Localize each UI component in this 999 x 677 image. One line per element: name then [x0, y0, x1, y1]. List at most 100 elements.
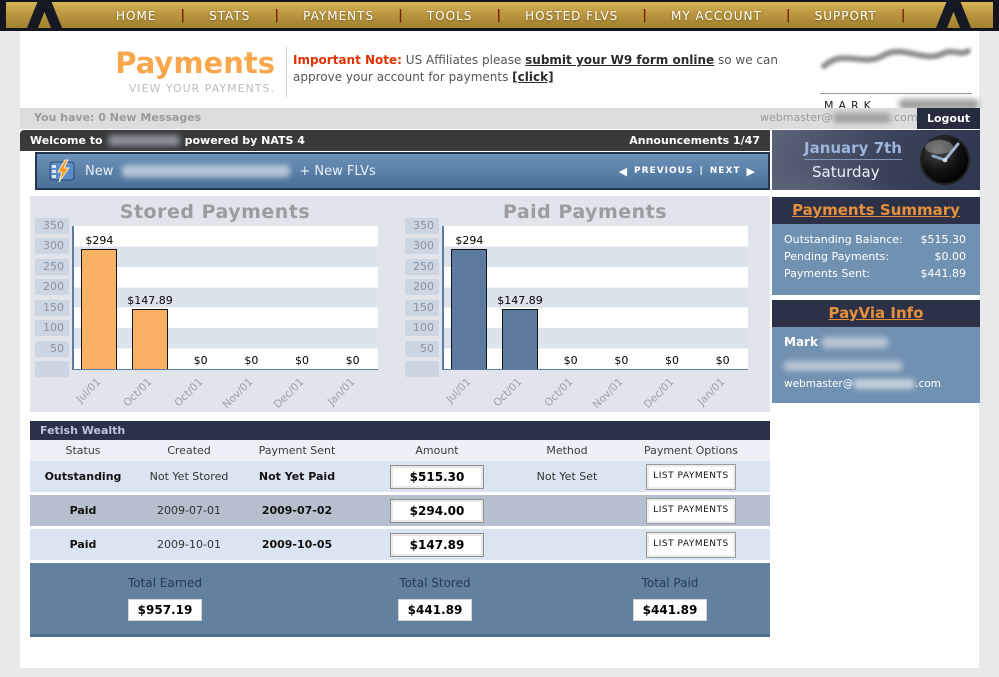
y-tick-label: 250 — [405, 259, 439, 275]
list-payments-button[interactable]: LIST PAYMENTS — [646, 498, 736, 524]
table-title: Fetish Wealth — [30, 421, 770, 440]
y-tick-label: 50 — [405, 341, 439, 357]
date-text: January 7th — [804, 139, 902, 160]
nav-item-hosted-flvs[interactable]: HOSTED FLVS — [501, 9, 642, 23]
created-cell: Not Yet Stored — [136, 470, 242, 483]
table-header-row: StatusCreatedPayment SentAmountMethodPay… — [30, 440, 770, 461]
bar-value-label: $294 — [455, 234, 483, 247]
table-row: Paid2009-07-012009-07-02$294.00LIST PAYM… — [30, 495, 770, 526]
payment-options-cell: LIST PAYMENTS — [612, 464, 770, 490]
payvia-email-prefix: webmaster@ — [784, 378, 853, 390]
nav-item-tools[interactable]: TOOLS — [403, 9, 497, 23]
y-tick-label: 100 — [35, 320, 69, 336]
y-tick-label: 50 — [35, 341, 69, 357]
payvia-email: webmaster@ .com — [784, 378, 968, 390]
bar — [502, 309, 538, 369]
nav-item-support[interactable]: SUPPORT — [791, 9, 901, 23]
status-cell: Paid — [30, 504, 136, 517]
w9-form-link[interactable]: submit your W9 form online — [525, 53, 714, 67]
plot-area: $294$147.89$0$0$0$0 — [442, 226, 748, 370]
bar-value-label: $0 — [665, 354, 679, 367]
new-messages-status: You have: 0 New Messages — [34, 111, 201, 124]
column-header-payment-sent: Payment Sent — [242, 444, 352, 457]
redacted-payvia-line — [784, 361, 902, 371]
previous-arrow-icon[interactable]: ◀ — [619, 165, 628, 178]
bar-value-label: $0 — [716, 354, 730, 367]
y-tick-label: 300 — [35, 238, 69, 254]
announcement-bar: New + New FLVs ◀ PREVIOUS | NEXT ▶ — [35, 152, 770, 190]
payvia-first-name: Mark — [784, 335, 818, 349]
nav-item-stats[interactable]: STATS — [185, 9, 274, 23]
bar-value-label: $0 — [194, 354, 208, 367]
bar — [81, 249, 117, 369]
note-text-1: US Affiliates please — [402, 53, 525, 67]
y-tick-label: 150 — [35, 300, 69, 316]
column-header-payment-options: Payment Options — [612, 444, 770, 457]
nav-item-my-account[interactable]: MY ACCOUNT — [647, 9, 786, 23]
totals-bar: Total Earned $957.19 Total Stored $441.8… — [30, 563, 770, 637]
total-earned-label: Total Earned — [30, 576, 300, 590]
total-paid-value: $441.89 — [633, 599, 707, 621]
y-tick-empty — [405, 361, 439, 377]
summary-label: Pending Payments: — [784, 250, 889, 263]
summary-value: $515.30 — [921, 233, 967, 246]
bar — [451, 249, 487, 369]
nav-ornament-right-icon — [937, 0, 971, 31]
nav-item-home[interactable]: HOME — [92, 9, 180, 23]
y-tick-label: 350 — [405, 218, 439, 234]
redacted-payvia-surname — [822, 337, 888, 348]
logout-button[interactable]: Logout — [917, 108, 980, 129]
list-payments-button[interactable]: LIST PAYMENTS — [646, 464, 736, 490]
payvia-panel: Mark webmaster@ .com — [772, 327, 980, 403]
method-cell: Not Yet Set — [522, 470, 612, 483]
payvia-email-suffix: .com — [915, 378, 941, 390]
total-paid-label: Total Paid — [570, 576, 770, 590]
status-cell: Outstanding — [30, 470, 136, 483]
redacted-email-domain — [833, 113, 891, 123]
chart-stored-payments: Stored Payments35030025020015010050$294$… — [30, 196, 400, 412]
page-subtitle: VIEW YOUR PAYMENTS. — [60, 82, 275, 95]
payment-sent-cell: Not Yet Paid — [242, 470, 352, 483]
payments-summary-header: Payments Summary — [772, 197, 980, 224]
total-stored-value: $441.89 — [398, 599, 472, 621]
summary-row: Outstanding Balance: $515.30 — [772, 231, 980, 248]
click-link[interactable]: [click] — [512, 70, 553, 84]
table-row: OutstandingNot Yet StoredNot Yet Paid $51… — [30, 461, 770, 492]
previous-button[interactable]: PREVIOUS — [634, 166, 693, 176]
created-cell: 2009-10-01 — [136, 538, 242, 551]
note-label: Important Note: — [293, 53, 402, 67]
top-navigation: HOME|STATS|PAYMENTS|TOOLS|HOSTED FLVS|MY… — [0, 0, 999, 31]
y-tick-empty — [35, 361, 69, 377]
bar-value-label: $294 — [85, 234, 113, 247]
weekday-text: Saturday — [812, 163, 880, 181]
payvia-header: PayVia Info — [772, 300, 980, 327]
amount-box: $515.30 — [390, 465, 484, 489]
bar-value-label: $0 — [564, 354, 578, 367]
nav-separator-icon: | — [901, 8, 906, 23]
next-button[interactable]: NEXT — [710, 166, 741, 176]
redacted-announcement-text — [122, 165, 290, 177]
total-earned-value: $957.19 — [128, 599, 202, 621]
next-arrow-icon[interactable]: ▶ — [747, 165, 756, 178]
bar-value-label: $0 — [295, 354, 309, 367]
list-payments-button[interactable]: LIST PAYMENTS — [646, 532, 736, 558]
column-header-status: Status — [30, 444, 136, 457]
column-header-method: Method — [522, 444, 612, 457]
column-header-created: Created — [136, 444, 242, 457]
plot-area: $294$147.89$0$0$0$0 — [72, 226, 378, 370]
payvia-title[interactable]: PayVia Info — [829, 304, 924, 322]
payments-summary-panel: Outstanding Balance: $515.30 Pending Pay… — [772, 224, 980, 295]
total-stored-cell: Total Stored $441.89 — [300, 563, 570, 634]
signature-scribble — [818, 40, 974, 76]
chart-paid-payments: Paid Payments35030025020015010050$294$14… — [400, 196, 770, 412]
chart-plot: 35030025020015010050$294$147.89$0$0$0$0J… — [30, 196, 400, 412]
date-panel: January 7th Saturday — [772, 130, 980, 190]
redacted-site-name — [108, 135, 180, 146]
nav-items: HOME|STATS|PAYMENTS|TOOLS|HOSTED FLVS|MY… — [92, 0, 905, 31]
payments-summary-title[interactable]: Payments Summary — [792, 201, 960, 219]
nav-item-payments[interactable]: PAYMENTS — [279, 9, 398, 23]
announcement-controls: ◀ PREVIOUS | NEXT ▶ — [619, 165, 756, 178]
bar-value-label: $147.89 — [497, 294, 543, 307]
prev-next-separator: | — [699, 166, 703, 176]
clock-icon — [918, 133, 972, 187]
